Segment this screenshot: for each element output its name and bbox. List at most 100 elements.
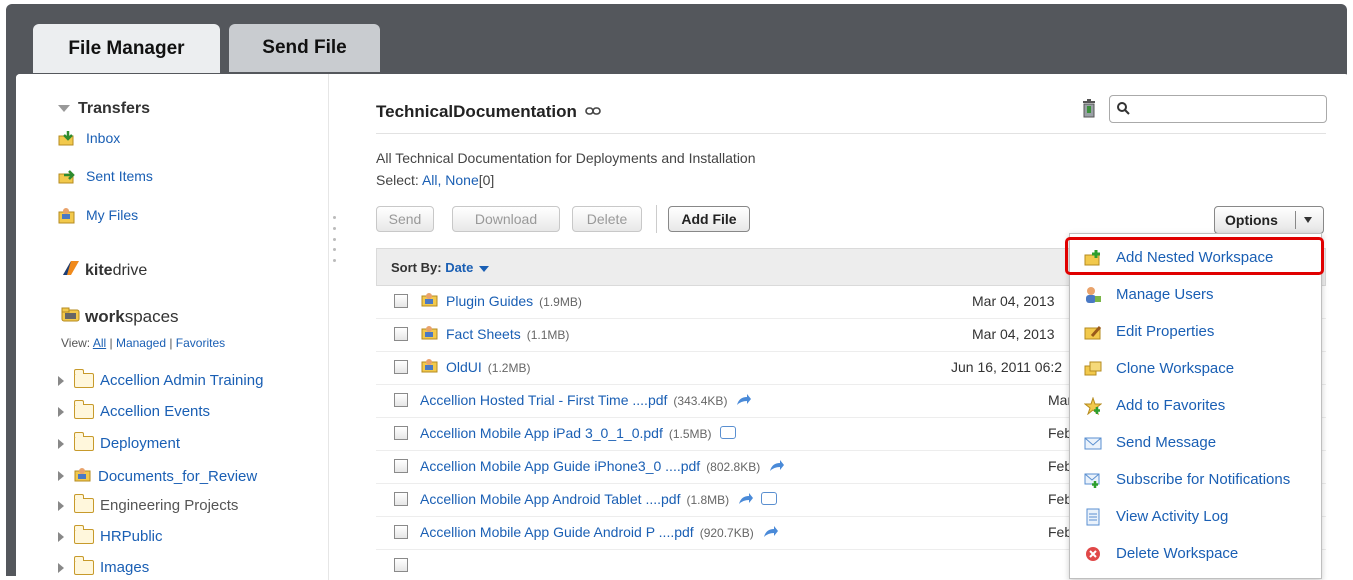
expand-arrow-icon[interactable] [58,500,64,511]
sidebar-item-my-files[interactable]: My Files [58,206,138,224]
file-name-text[interactable]: OldUI [446,359,482,375]
menu-item-label: Edit Properties [1116,323,1215,340]
menu-item-add-to-favorites[interactable]: Add to Favorites [1070,387,1321,424]
file-name: Accellion Mobile App Guide iPhone3_0 ...… [420,458,785,474]
row-checkbox[interactable] [394,393,408,407]
select-none-link[interactable]: None [445,172,478,188]
link-icon[interactable] [585,105,601,119]
add-file-button[interactable]: Add File [668,206,750,232]
search-input[interactable] [1109,95,1327,123]
options-button[interactable]: Options [1214,206,1324,234]
file-name: Accellion Mobile App Android Tablet ....… [420,491,778,507]
row-checkbox[interactable] [394,327,408,341]
my-files-icon [58,206,76,224]
tree-item[interactable]: Accellion Admin Training [58,369,263,389]
sort-value[interactable]: Date [445,260,473,275]
tab-send-file[interactable]: Send File [229,24,380,72]
select-all-link[interactable]: All, [422,172,441,188]
sidebar-resize-handle[interactable] [330,216,338,262]
file-size: (1.5MB) [668,427,712,441]
file-name-text[interactable]: Fact Sheets [446,326,521,342]
file-name-text[interactable]: Accellion Mobile App Android Tablet ....… [420,491,680,507]
tree-item[interactable]: Accellion Events [58,400,210,420]
transfers-header[interactable]: Transfers [58,100,150,118]
tree-item[interactable]: Images [58,556,149,576]
collapse-triangle-icon [58,105,70,113]
expand-arrow-icon[interactable] [58,406,64,417]
file-name-text[interactable]: Plugin Guides [446,293,533,309]
file-name-text[interactable]: Accellion Mobile App Guide Android P ...… [420,524,694,540]
activity-log-icon [1084,508,1102,526]
view-all-link[interactable]: All [93,336,106,350]
menu-item-label: Manage Users [1116,286,1214,303]
menu-item-label: Add Nested Workspace [1116,249,1274,266]
file-name: Accellion Mobile App iPad 3_0_1_0.pdf (1.… [420,425,736,441]
file-name-text[interactable]: Accellion Hosted Trial - First Time ....… [420,392,667,408]
row-checkbox[interactable] [394,525,408,539]
selected-count: [0] [478,172,495,188]
view-managed-link[interactable]: Managed [116,336,166,350]
file-size: (1.9MB) [539,295,582,309]
share-icon[interactable] [737,492,754,504]
row-checkbox[interactable] [394,492,408,506]
shared-folder-icon [421,324,439,343]
expand-arrow-icon[interactable] [58,438,64,449]
tree-item[interactable]: Engineering Projects [58,494,238,514]
sidebar-item-label: Sent Items [86,168,153,184]
tree-item[interactable]: Deployment [58,432,181,452]
comment-icon[interactable] [761,492,778,505]
kitedrive-link[interactable]: kitedrive [61,259,147,282]
folder-icon [74,525,94,544]
comment-icon[interactable] [719,426,736,439]
add-workspace-icon [1084,249,1102,267]
tree-item-label: Deployment [100,435,181,452]
download-button[interactable]: Download [452,206,560,232]
send-button[interactable]: Send [376,206,434,232]
chevron-down-icon[interactable] [1304,217,1312,223]
file-date: Jun 16, 2011 06:2 [951,359,1063,375]
sent-items-icon [58,167,76,185]
options-label: Options [1225,212,1278,228]
file-size: (343.4KB) [673,394,728,408]
delete-button[interactable]: Delete [572,206,642,232]
menu-item-edit-properties[interactable]: Edit Properties [1070,313,1321,350]
sort-by-control[interactable]: Sort By: Date [391,260,490,275]
trash-icon[interactable] [1081,98,1097,118]
menu-item-view-activity-log[interactable]: View Activity Log [1070,498,1321,535]
file-size: (1.2MB) [487,361,531,375]
menu-item-delete-workspace[interactable]: Delete Workspace [1070,535,1321,572]
row-checkbox[interactable] [394,426,408,440]
expand-arrow-icon[interactable] [58,471,64,481]
menu-item-label: Subscribe for Notifications [1116,471,1291,488]
view-favorites-link[interactable]: Favorites [176,336,225,350]
options-menu: Add Nested Workspace Manage Users Edit P… [1069,233,1322,579]
expand-arrow-icon[interactable] [58,562,64,573]
file-name-text[interactable]: Accellion Mobile App iPad 3_0_1_0.pdf [420,425,663,441]
file-date: Mar 04, 2013 [972,293,1055,309]
tree-item-label: HRPublic [100,528,163,545]
sidebar-item-inbox[interactable]: Inbox [58,129,120,147]
share-icon[interactable] [762,525,778,537]
row-checkbox[interactable] [394,360,408,374]
workspaces-view-filter: View: All | Managed | Favorites [61,336,226,350]
tree-item[interactable]: Documents_for_Review [58,466,257,486]
sidebar-item-sent-items[interactable]: Sent Items [58,167,153,185]
menu-item-send-message[interactable]: Send Message [1070,424,1321,461]
tree-item[interactable]: HRPublic [58,525,163,545]
row-checkbox[interactable] [394,558,408,572]
menu-item-clone-workspace[interactable]: Clone Workspace [1070,350,1321,387]
menu-item-label: Add to Favorites [1116,397,1226,414]
share-icon[interactable] [735,393,752,405]
row-checkbox[interactable] [394,294,408,308]
menu-item-subscribe-notifications[interactable]: Subscribe for Notifications [1070,461,1321,498]
expand-arrow-icon[interactable] [58,531,64,542]
tree-item-label: Documents_for_Review [98,467,258,485]
menu-item-manage-users[interactable]: Manage Users [1070,276,1321,313]
sort-down-icon[interactable] [479,265,490,272]
share-icon[interactable] [768,459,785,471]
row-checkbox[interactable] [394,459,408,473]
menu-item-add-nested-workspace[interactable]: Add Nested Workspace [1070,239,1321,276]
expand-arrow-icon[interactable] [58,375,64,386]
tab-file-manager[interactable]: File Manager [33,24,220,73]
file-name-text[interactable]: Accellion Mobile App Guide iPhone3_0 ...… [420,458,700,474]
